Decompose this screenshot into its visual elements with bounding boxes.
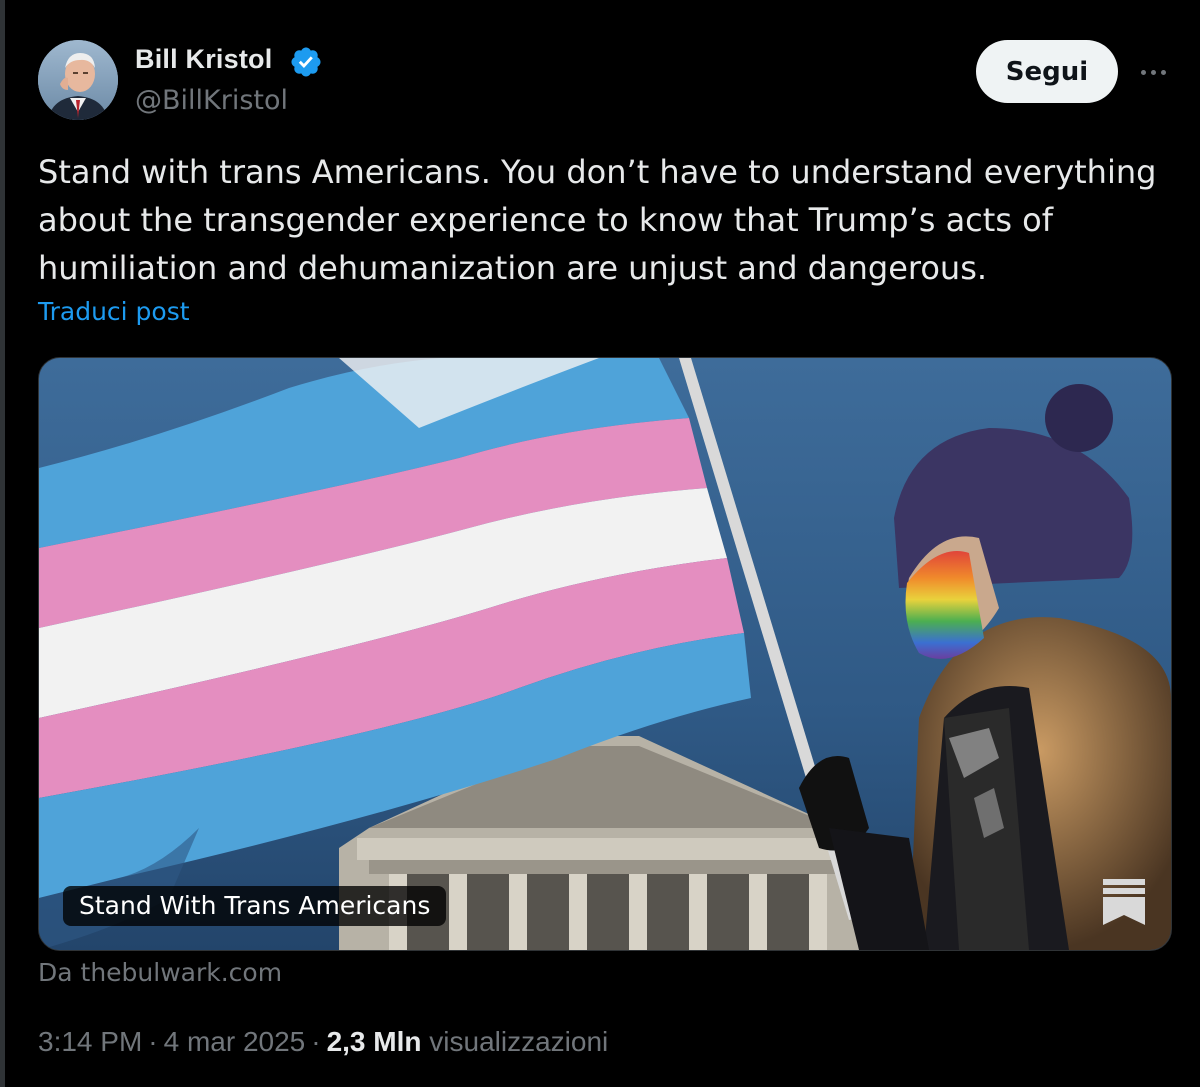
follow-button[interactable]: Segui [976,40,1118,103]
author-name[interactable]: Bill Kristol [135,44,272,75]
bulwark-logo-icon [1103,879,1145,925]
card-title: Stand With Trans Americans [63,886,447,926]
translate-post-link[interactable]: Traduci post [38,297,190,326]
link-card[interactable]: Stand With Trans Americans [38,357,1172,951]
left-border [0,0,5,1087]
views-count: 2,3 Mln [326,1026,422,1057]
more-dot [1150,69,1156,75]
author-handle[interactable]: @BillKristol [135,85,288,116]
avatar[interactable] [38,40,118,120]
tweet-text: Stand with trans Americans. You don’t ha… [38,153,1157,287]
more-icon[interactable] [1133,55,1173,89]
card-image [39,358,1171,950]
meta-separator: · [148,1026,158,1057]
more-dot [1160,69,1166,75]
more-dot [1140,69,1146,75]
tweet-meta: 3:14 PM · 4 mar 2025 · 2,3 Mln visualizzazio… [38,1026,608,1058]
tweet-time[interactable]: 3:14 PM [38,1026,142,1057]
views-label: visualizzazioni [429,1026,609,1057]
tweet-date[interactable]: 4 mar 2025 [164,1026,306,1057]
verified-badge-icon [291,47,321,77]
card-source[interactable]: Da thebulwark.com [38,958,282,987]
meta-separator: · [311,1026,321,1057]
